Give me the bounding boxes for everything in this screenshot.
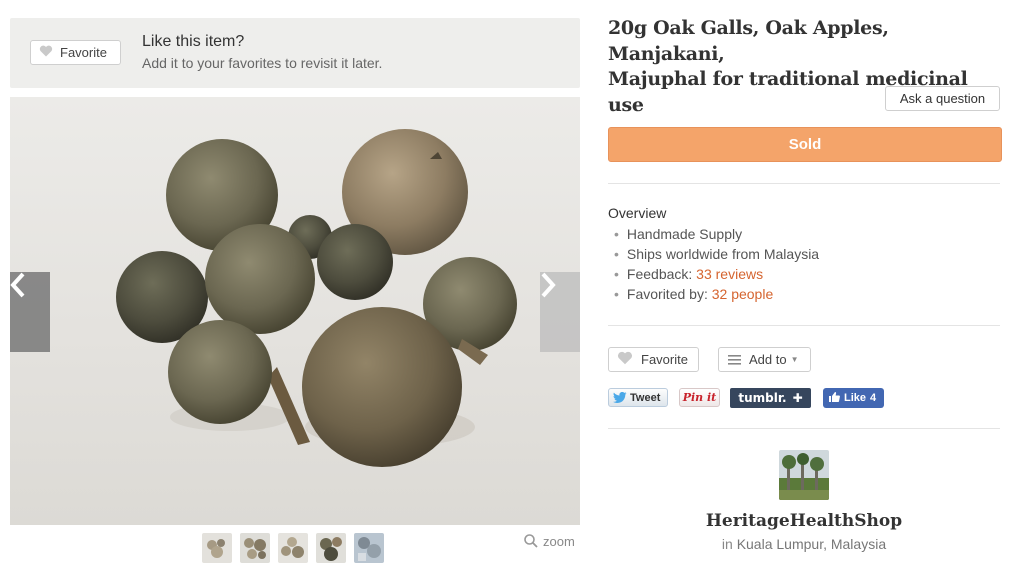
location-prefix: in [721,536,733,552]
list-item: • Ships worldwide from Malaysia [614,246,820,262]
previous-image-button[interactable] [10,272,50,352]
overview-heading: Overview [608,205,667,221]
ask-question-button[interactable]: Ask a question [885,86,1000,111]
next-image-button[interactable] [540,272,580,352]
overview-text: Favorited by: [626,286,712,302]
shop-location: in Kuala Lumpur, Malaysia [608,536,1000,552]
sold-status-button[interactable]: Sold [608,127,1002,162]
chevron-left-icon [10,272,25,298]
oak-galls-image [116,129,517,467]
location-text: Kuala Lumpur, Malaysia [736,536,887,552]
list-item: • Handmade Supply [614,226,743,242]
heart-icon [617,351,633,368]
thumbnail[interactable] [240,533,270,563]
overview-list: • Handmade Supply • Ships worldwide from M… [614,225,819,305]
tumblr-button[interactable]: tumblr. ✚ [730,388,811,408]
list-item: • Favorited by: 32 people [614,286,774,302]
tweet-button[interactable]: Tweet [608,388,668,407]
banner-favorite-button[interactable]: Favorite [30,40,121,65]
reviews-link[interactable]: 33 reviews [696,266,763,282]
favorite-label: Favorite [641,352,688,367]
chevron-right-icon [541,272,556,298]
zoom-label: zoom [543,533,575,549]
shop-name-link[interactable]: HeritageHealthShop [608,511,1000,531]
thumbnail[interactable] [316,533,346,563]
shop-avatar[interactable] [779,450,829,500]
listing-title-line: 20g Oak Galls, Oak Apples, Manjakani, [608,17,889,65]
heart-icon [39,45,53,60]
like-banner-subtitle: Add it to your favorites to revisit it l… [142,55,383,71]
overview-text: Handmade Supply [626,226,743,242]
thumbnail-strip [202,533,384,563]
like-count: 4 [870,392,877,404]
favorite-button[interactable]: Favorite [608,347,699,372]
thumbnail[interactable] [202,533,232,563]
add-to-label: Add to [749,352,787,367]
pinterest-button[interactable]: Pin it [679,388,720,407]
twitter-bird-icon [613,392,627,403]
tumblr-label: tumblr. [738,391,787,405]
banner-favorite-label: Favorite [60,45,107,60]
like-label: Like [844,392,867,404]
like-banner-title: Like this item? [142,33,245,50]
list-icon [728,354,741,365]
divider [608,325,1000,326]
add-to-list-button[interactable]: Add to ▼ [718,347,811,372]
caret-down-icon: ▼ [790,355,799,364]
thumbnail[interactable] [278,533,308,563]
divider [608,183,1000,184]
like-banner: Favorite Like this item? Add it to your … [10,18,580,88]
divider [608,428,1000,429]
magnifier-icon [524,534,538,548]
thumbs-up-icon [828,391,840,406]
list-item: • Feedback: 33 reviews [614,266,764,282]
overview-text: Feedback: [626,266,697,282]
facebook-like-button[interactable]: Like 4 [823,388,884,408]
favorited-by-link[interactable]: 32 people [712,286,774,302]
plus-icon: ✚ [792,391,803,405]
zoom-button[interactable]: zoom [523,533,575,549]
thumbnail[interactable] [354,533,384,563]
tweet-label: Tweet [630,391,661,404]
overview-text: Ships worldwide from Malaysia [626,246,820,262]
product-photo[interactable] [10,97,580,525]
